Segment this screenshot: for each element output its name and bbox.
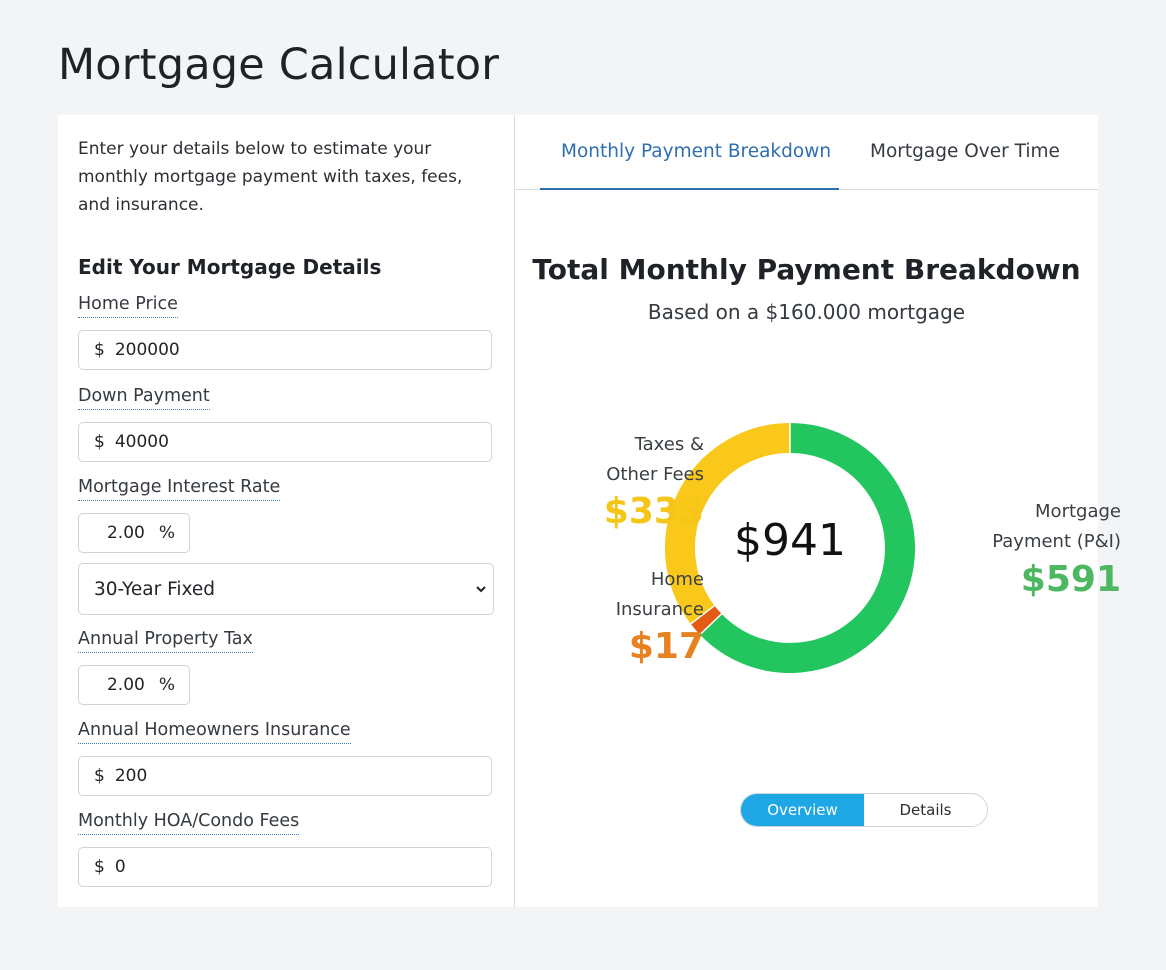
percent-suffix: % (158, 675, 175, 695)
details-toggle-button[interactable]: Details (864, 794, 987, 826)
home-price-value: 200000 (114, 340, 180, 360)
results-tabs: Monthly Payment Breakdown Mortgage Over … (515, 115, 1098, 190)
hoa-value: 0 (114, 857, 126, 877)
currency-prefix: $ (94, 432, 105, 452)
taxes-label-line1: Taxes & (634, 434, 704, 455)
insurance-label: Annual Homeowners Insurance (78, 718, 351, 744)
mortgage-value: $591 (1020, 559, 1121, 600)
hoa-label: Monthly HOA/Condo Fees (78, 809, 300, 835)
insurance-legend-label: Home Insurance (515, 565, 704, 625)
chart-subtitle: Based on a $160.000 mortgage (647, 300, 966, 324)
property-tax-label: Annual Property Tax (78, 627, 253, 653)
down-payment-value: 40000 (114, 432, 169, 452)
chart-title: Total Monthly Payment Breakdown (532, 253, 1081, 286)
section-title: Edit Your Mortgage Details (78, 255, 382, 279)
down-payment-label: Down Payment (78, 384, 210, 410)
view-toggle: Overview Details (740, 793, 988, 827)
currency-prefix: $ (94, 340, 105, 360)
insurance-value-display: $17 (628, 626, 704, 667)
home-price-input[interactable]: $ 200000 (78, 330, 492, 370)
mortgage-form-panel: Enter your details below to estimate you… (58, 115, 515, 907)
interest-rate-input[interactable]: 2.00 % (78, 513, 190, 553)
property-tax-value: 2.00 (106, 675, 145, 695)
calculator-card: Enter your details below to estimate you… (58, 115, 1121, 907)
taxes-value: $333 (603, 491, 704, 532)
currency-prefix: $ (94, 857, 105, 877)
active-tab-indicator (540, 188, 839, 190)
tab-monthly-payment-breakdown[interactable]: Monthly Payment Breakdown (561, 141, 831, 162)
results-panel: Monthly Payment Breakdown Mortgage Over … (515, 115, 1121, 907)
currency-prefix: $ (94, 766, 105, 786)
insurance-input[interactable]: $ 200 (78, 756, 492, 796)
hoa-input[interactable]: $ 0 (78, 847, 492, 887)
percent-suffix: % (158, 523, 175, 543)
interest-rate-label: Mortgage Interest Rate (78, 475, 281, 501)
mortgage-label-line1: Mortgage (1035, 501, 1121, 522)
overview-toggle-button[interactable]: Overview (741, 794, 864, 826)
down-payment-input[interactable]: $ 40000 (78, 422, 492, 462)
tab-mortgage-over-time[interactable]: Mortgage Over Time (870, 141, 1060, 162)
loan-type-value: 30-Year Fixed (94, 578, 216, 600)
chevron-down-icon (476, 586, 486, 593)
loan-type-select[interactable]: 30-Year Fixed (78, 563, 494, 615)
mortgage-label-line2: Payment (P&I) (992, 531, 1121, 552)
page-title: Mortgage Calculator (58, 40, 500, 90)
property-tax-input[interactable]: 2.00 % (78, 665, 190, 705)
insurance-label-line1: Home (650, 569, 704, 590)
interest-rate-value: 2.00 (106, 523, 145, 543)
taxes-label-line2: Other Fees (606, 464, 704, 485)
home-price-label: Home Price (78, 292, 178, 318)
intro-text: Enter your details below to estimate you… (78, 139, 463, 215)
insurance-value: 200 (114, 766, 148, 786)
mortgage-legend-label: Mortgage Payment (P&I) (915, 497, 1121, 557)
insurance-label-line2: Insurance (615, 599, 704, 620)
taxes-legend-label: Taxes & Other Fees (515, 430, 704, 490)
